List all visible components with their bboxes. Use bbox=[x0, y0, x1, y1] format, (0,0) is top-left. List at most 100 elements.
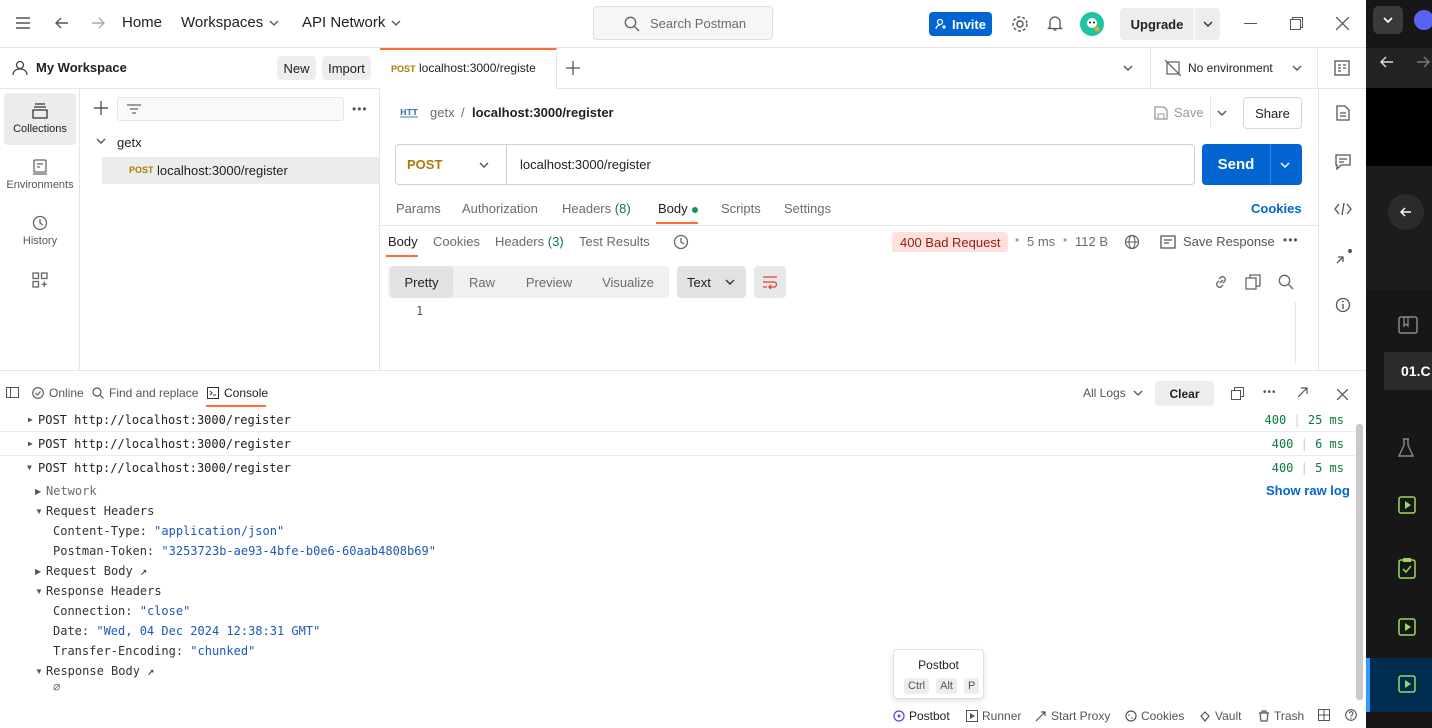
caret-down-icon[interactable]: ▼ bbox=[35, 587, 43, 596]
save-response-button[interactable]: Save Response bbox=[1160, 234, 1275, 249]
info-icon[interactable] bbox=[1335, 297, 1351, 313]
language-select[interactable]: Text bbox=[677, 266, 746, 298]
log-row-expanded[interactable]: ▼ POST http://localhost:3000/register 40… bbox=[0, 456, 1356, 480]
format-raw-button[interactable]: Raw bbox=[456, 266, 508, 298]
copy-icon[interactable] bbox=[1245, 274, 1261, 290]
chevron-down-icon[interactable] bbox=[1373, 6, 1403, 34]
related-collections-icon[interactable] bbox=[1335, 249, 1353, 265]
import-button[interactable]: Import bbox=[322, 56, 371, 80]
console-tab[interactable]: Console bbox=[207, 386, 268, 400]
environment-selector[interactable]: No environment bbox=[1150, 48, 1318, 88]
home-link[interactable]: Home bbox=[122, 14, 162, 31]
avatar[interactable] bbox=[1080, 12, 1104, 36]
video-icon[interactable] bbox=[1398, 496, 1416, 514]
breadcrumb-current[interactable]: localhost:3000/register bbox=[472, 105, 614, 120]
clear-button[interactable]: Clear bbox=[1155, 381, 1214, 406]
format-preview-button[interactable]: Preview bbox=[514, 266, 584, 298]
copy-icon[interactable] bbox=[1231, 387, 1244, 400]
tab-headers[interactable]: Headers (8) bbox=[562, 201, 631, 216]
history-icon[interactable] bbox=[673, 234, 689, 250]
request-item[interactable]: POST localhost:3000/register bbox=[102, 157, 379, 184]
response-tab-test-results[interactable]: Test Results bbox=[579, 234, 650, 249]
documentation-icon[interactable] bbox=[1336, 105, 1350, 121]
log-row[interactable]: ▶ POST http://localhost:3000/register 40… bbox=[0, 408, 1356, 432]
request-body-section[interactable]: Request Body ↗ bbox=[46, 564, 147, 578]
online-status[interactable]: Online bbox=[32, 386, 84, 400]
sidebar-item-collections[interactable]: Collections bbox=[4, 93, 76, 145]
globe-icon[interactable] bbox=[1124, 234, 1140, 250]
sidebar-item-history[interactable]: History bbox=[4, 205, 76, 257]
response-tab-headers[interactable]: Headers (3) bbox=[495, 234, 564, 249]
response-tab-body[interactable]: Body bbox=[388, 234, 418, 249]
format-visualize-button[interactable]: Visualize bbox=[592, 266, 664, 298]
expand-icon[interactable] bbox=[1297, 387, 1308, 398]
tab-settings[interactable]: Settings bbox=[784, 201, 831, 216]
method-select[interactable]: POST bbox=[396, 145, 507, 184]
runner-button[interactable]: Runner bbox=[966, 709, 1021, 723]
send-button[interactable]: Send bbox=[1202, 144, 1302, 185]
format-pretty-button[interactable]: Pretty bbox=[390, 266, 453, 298]
back-arrow-icon[interactable] bbox=[1380, 56, 1394, 68]
api-network-menu[interactable]: API Network bbox=[302, 14, 401, 31]
workspace-name[interactable]: My Workspace bbox=[36, 60, 127, 75]
chevron-down-icon[interactable] bbox=[1217, 110, 1227, 116]
discord-icon[interactable] bbox=[1414, 10, 1432, 30]
share-button[interactable]: Share bbox=[1243, 97, 1302, 129]
tab-scripts[interactable]: Scripts bbox=[721, 201, 761, 216]
breadcrumb-parent[interactable]: getx bbox=[430, 105, 455, 120]
request-headers-section[interactable]: Request Headers bbox=[46, 504, 154, 518]
more-options-icon[interactable]: ••• bbox=[1283, 234, 1299, 246]
forward-arrow-icon[interactable] bbox=[1416, 56, 1430, 68]
postbot-button[interactable]: Postbot bbox=[893, 709, 950, 723]
invite-button[interactable]: Invite bbox=[929, 12, 992, 36]
find-replace-button[interactable]: Find and replace bbox=[92, 386, 198, 400]
forward-arrow-icon[interactable] bbox=[91, 17, 105, 29]
response-size[interactable]: 112 B bbox=[1075, 234, 1108, 249]
cookies-link[interactable]: Cookies bbox=[1251, 201, 1302, 216]
response-time[interactable]: 5 ms bbox=[1027, 234, 1055, 249]
two-pane-icon[interactable] bbox=[1318, 709, 1330, 721]
sidebar-item-apps[interactable] bbox=[4, 265, 76, 295]
start-proxy-button[interactable]: Start Proxy bbox=[1035, 709, 1110, 723]
lesson-label[interactable]: 01.C bbox=[1384, 352, 1432, 390]
environment-quick-look-icon[interactable] bbox=[1334, 60, 1350, 76]
log-level-select[interactable]: All Logs bbox=[1083, 386, 1143, 400]
collection-name[interactable]: getx bbox=[117, 135, 142, 150]
comments-icon[interactable] bbox=[1335, 154, 1351, 170]
network-section[interactable]: Network bbox=[46, 484, 97, 498]
restore-icon[interactable] bbox=[1290, 17, 1303, 30]
more-options-icon[interactable]: ••• bbox=[1263, 388, 1277, 398]
tab-authorization[interactable]: Authorization bbox=[462, 201, 538, 216]
toggle-sidebar-icon[interactable] bbox=[6, 387, 19, 398]
tab-body[interactable]: Body bbox=[658, 201, 698, 216]
filter-input[interactable] bbox=[117, 97, 344, 121]
help-icon[interactable] bbox=[1345, 709, 1357, 721]
show-raw-log-link[interactable]: Show raw log bbox=[1266, 483, 1350, 498]
code-icon[interactable] bbox=[1334, 202, 1352, 216]
minimize-icon[interactable] bbox=[1244, 23, 1257, 24]
bell-icon[interactable] bbox=[1047, 14, 1063, 32]
vault-button[interactable]: Vault bbox=[1199, 709, 1241, 723]
chevron-down-icon[interactable] bbox=[96, 138, 106, 144]
settings-gear-icon[interactable] bbox=[1011, 15, 1029, 33]
save-button[interactable]: Save bbox=[1154, 105, 1204, 120]
log-row[interactable]: ▶ POST http://localhost:3000/register 40… bbox=[0, 432, 1356, 456]
console-scrollbar[interactable] bbox=[1356, 424, 1363, 700]
chevron-down-icon[interactable] bbox=[1123, 65, 1133, 71]
checklist-icon[interactable] bbox=[1398, 557, 1416, 579]
cookies-button[interactable]: Cookies bbox=[1125, 709, 1184, 723]
new-tab-plus-icon[interactable] bbox=[566, 61, 580, 75]
caret-down-icon[interactable]: ▼ bbox=[35, 507, 43, 516]
request-tab[interactable]: POST localhost:3000/registe bbox=[380, 48, 557, 89]
link-icon[interactable] bbox=[1213, 274, 1229, 290]
upgrade-button[interactable]: Upgrade bbox=[1120, 8, 1220, 40]
video-icon[interactable] bbox=[1398, 675, 1416, 693]
plus-icon[interactable] bbox=[94, 101, 108, 115]
more-options-icon[interactable]: ••• bbox=[352, 103, 368, 115]
new-button[interactable]: New bbox=[277, 56, 316, 80]
url-input[interactable]: localhost:3000/register bbox=[507, 157, 651, 172]
sidebar-item-environments[interactable]: Environments bbox=[4, 149, 76, 201]
back-arrow-icon[interactable] bbox=[55, 17, 69, 29]
caret-down-icon[interactable]: ▼ bbox=[35, 667, 43, 676]
caret-right-icon[interactable]: ▶ bbox=[35, 567, 41, 576]
